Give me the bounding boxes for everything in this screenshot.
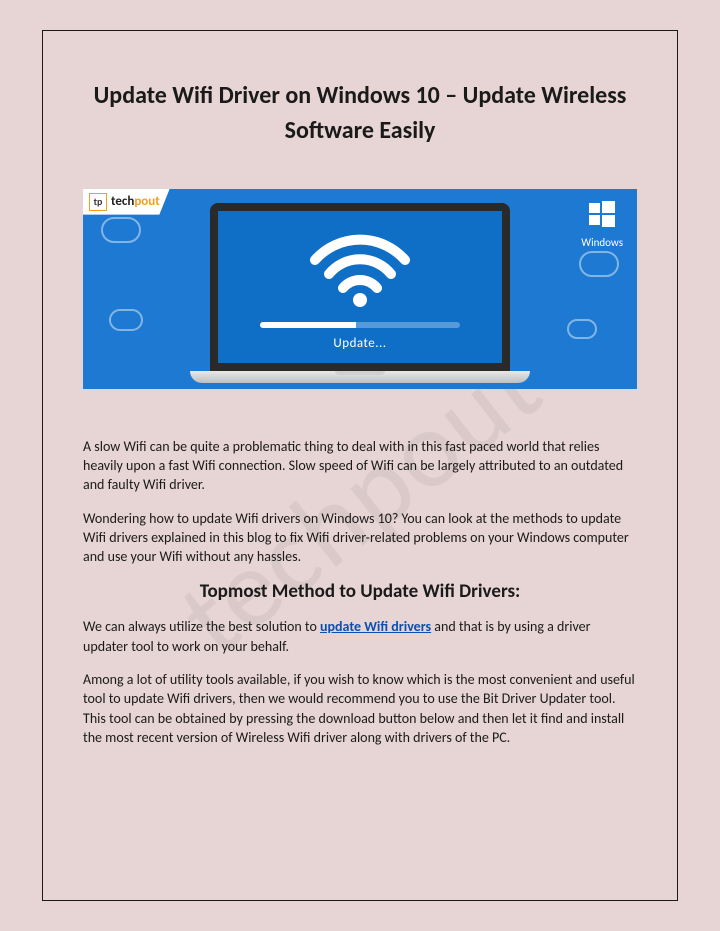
progress-label: Update... bbox=[260, 336, 460, 351]
document-content: Update Wifi Driver on Windows 10 – Updat… bbox=[83, 79, 637, 747]
progress-bar bbox=[260, 322, 460, 328]
p3-pre: We can always utilize the best solution … bbox=[83, 618, 320, 635]
cloud-icon bbox=[109, 309, 143, 331]
progress-section: Update... bbox=[260, 322, 460, 351]
laptop-screen: Update... bbox=[210, 203, 510, 371]
wifi-icon bbox=[305, 228, 415, 308]
brand-text-left: tech bbox=[111, 194, 134, 209]
windows-badge: Windows bbox=[581, 199, 623, 251]
laptop-illustration: Update... bbox=[210, 203, 510, 383]
windows-label: Windows bbox=[581, 236, 623, 249]
brand-badge: tp techpout bbox=[83, 189, 170, 215]
laptop-base bbox=[190, 371, 530, 383]
paragraph-intro-1: A slow Wifi can be quite a problematic t… bbox=[83, 437, 637, 495]
paragraph-intro-2: Wondering how to update Wifi drivers on … bbox=[83, 509, 637, 567]
brand-text-right: pout bbox=[134, 194, 159, 209]
brand-logo-icon: tp bbox=[89, 193, 107, 211]
update-wifi-drivers-link[interactable]: update Wifi drivers bbox=[320, 618, 431, 635]
cloud-icon bbox=[567, 319, 597, 339]
subheading: Topmost Method to Update Wifi Drivers: bbox=[83, 580, 637, 603]
page-title: Update Wifi Driver on Windows 10 – Updat… bbox=[83, 79, 637, 149]
laptop-notch bbox=[335, 371, 385, 375]
paragraph-method-1: We can always utilize the best solution … bbox=[83, 617, 637, 656]
cloud-icon bbox=[101, 217, 141, 243]
progress-fill bbox=[260, 322, 356, 328]
paragraph-method-2: Among a lot of utility tools available, … bbox=[83, 670, 637, 747]
cloud-icon bbox=[579, 251, 619, 277]
hero-image: tp techpout Windows bbox=[83, 189, 637, 389]
document-page: techpout Update Wifi Driver on Windows 1… bbox=[42, 30, 678, 901]
windows-icon bbox=[587, 199, 617, 229]
